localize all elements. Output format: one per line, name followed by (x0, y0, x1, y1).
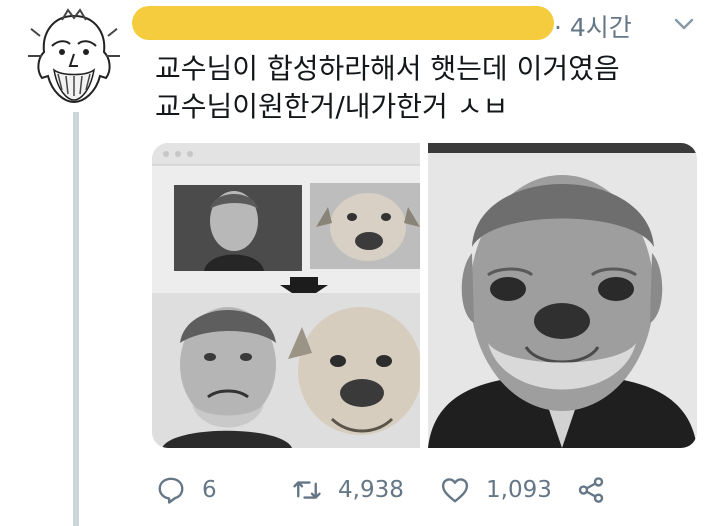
tweet-timestamp[interactable]: · 4시간 (554, 8, 632, 44)
tweet-media[interactable] (152, 143, 697, 448)
thread-line (73, 112, 79, 526)
avatar[interactable] (22, 6, 126, 110)
reply-button[interactable]: 6 (156, 470, 217, 510)
redacted-username (132, 6, 554, 40)
tweet-text: 교수님이 합성하라해서 햇는데 이거였음 교수님이원한거/내가한거 ㅅㅂ (155, 50, 695, 126)
share-icon (578, 477, 604, 503)
share-button[interactable] (576, 470, 622, 510)
retweet-icon (293, 481, 321, 499)
heart-icon (441, 478, 469, 503)
tweet-text-line: 교수님이 합성하라해서 햇는데 이거였음 (155, 52, 620, 85)
like-button[interactable]: 1,093 (440, 470, 552, 510)
retweet-count: 4,938 (338, 477, 404, 503)
reply-icon (158, 477, 184, 504)
cartoon-old-man-avatar (22, 6, 126, 110)
tweet-actions: 6 4,938 1,093 (152, 470, 697, 510)
chevron-down-icon[interactable] (672, 12, 696, 36)
tweet-text-line: 교수님이원한거/내가한거 ㅅㅂ (155, 90, 509, 123)
reply-count: 6 (202, 477, 217, 503)
retweet-button[interactable]: 4,938 (292, 470, 404, 510)
like-count: 1,093 (486, 477, 552, 503)
media-image-composite-example[interactable] (152, 143, 420, 448)
media-image-dog-man-result[interactable] (428, 143, 697, 448)
